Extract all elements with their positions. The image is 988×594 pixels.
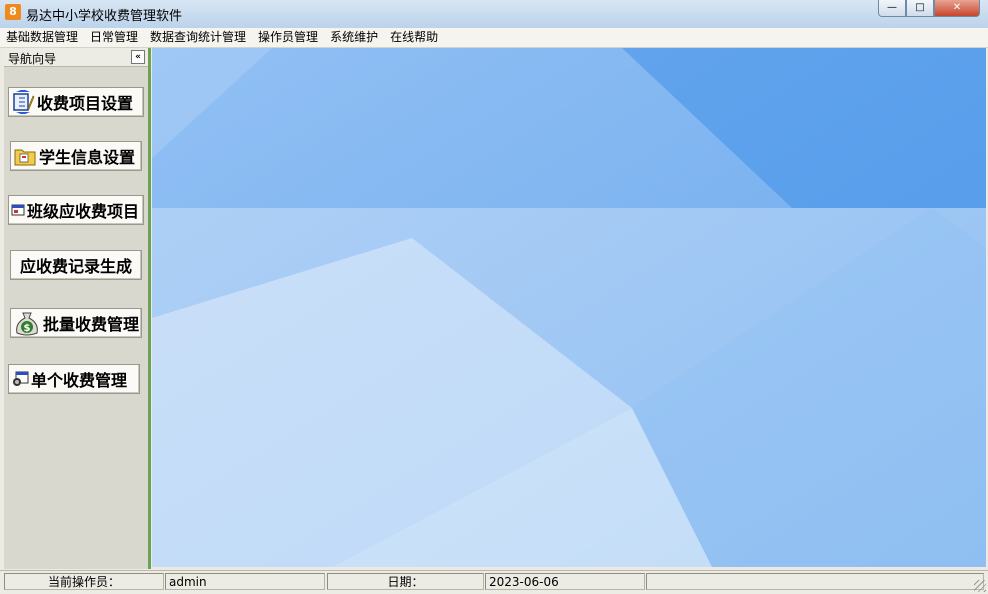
student-folder-icon	[14, 149, 36, 166]
nav-header: 导航向导 «	[4, 48, 148, 67]
money-bag-icon: $	[16, 312, 38, 336]
nav-button-label: 批量收费管理	[43, 315, 140, 334]
nav-button-label: 收费项目设置	[37, 94, 134, 113]
date-label: 日期：	[327, 573, 484, 590]
menu-query-stats[interactable]: 数据查询统计管理	[144, 28, 252, 47]
single-fee-icon	[13, 371, 29, 386]
app-logo-icon: 8	[5, 4, 21, 20]
nav-button-label: 班级应收费项目	[27, 202, 140, 221]
resize-grip-icon[interactable]	[974, 580, 986, 592]
background-decoration	[152, 48, 986, 567]
close-button[interactable]: ✕	[934, 0, 980, 17]
window-titlebar[interactable]: 8 易达中小学校收费管理软件 — □ ✕	[0, 0, 988, 29]
nav-button-label: 单个收费管理	[31, 371, 128, 390]
class-fee-window-icon	[11, 204, 25, 216]
maximize-button[interactable]: □	[906, 0, 934, 17]
menu-help[interactable]: 在线帮助	[384, 28, 444, 47]
date-value: 2023-06-06	[485, 573, 645, 590]
window-controls: — □ ✕	[878, 0, 980, 18]
nav-button-fee-item-settings[interactable]: 收费项目设置	[8, 87, 144, 117]
menu-bar: 基础数据管理 日常管理 数据查询统计管理 操作员管理 系统维护 在线帮助	[0, 28, 988, 48]
minimize-button[interactable]: —	[878, 0, 906, 17]
nav-button-label: 学生信息设置	[39, 148, 136, 167]
svg-text:$: $	[24, 323, 31, 334]
status-empty-panel	[646, 573, 984, 590]
nav-title: 导航向导	[8, 52, 57, 66]
collapse-icon[interactable]: «	[131, 50, 145, 64]
nav-panel: 导航向导 « 收费项目设置 学生信息设置 班级应收费项目 应收费记录生成 $ 批…	[4, 48, 151, 569]
menu-basic-data[interactable]: 基础数据管理	[0, 28, 84, 47]
nav-button-class-fee-items[interactable]: 班级应收费项目	[8, 195, 144, 225]
main-workspace	[152, 48, 986, 567]
nav-button-single-fee[interactable]: 单个收费管理	[8, 364, 140, 394]
menu-operator[interactable]: 操作员管理	[252, 28, 324, 47]
menu-system[interactable]: 系统维护	[324, 28, 384, 47]
fee-item-settings-icon	[13, 90, 35, 114]
nav-button-batch-fee[interactable]: $ 批量收费管理	[10, 308, 142, 338]
menu-daily[interactable]: 日常管理	[84, 28, 144, 47]
nav-button-receivable-records[interactable]: 应收费记录生成	[10, 250, 142, 280]
operator-label: 当前操作员：	[4, 573, 164, 590]
window-title: 易达中小学校收费管理软件	[26, 9, 183, 24]
status-bar: 当前操作员： admin 日期： 2023-06-06	[0, 570, 988, 594]
nav-button-label: 应收费记录生成	[19, 257, 132, 276]
nav-button-student-info[interactable]: 学生信息设置	[10, 141, 142, 171]
operator-value: admin	[165, 573, 325, 590]
